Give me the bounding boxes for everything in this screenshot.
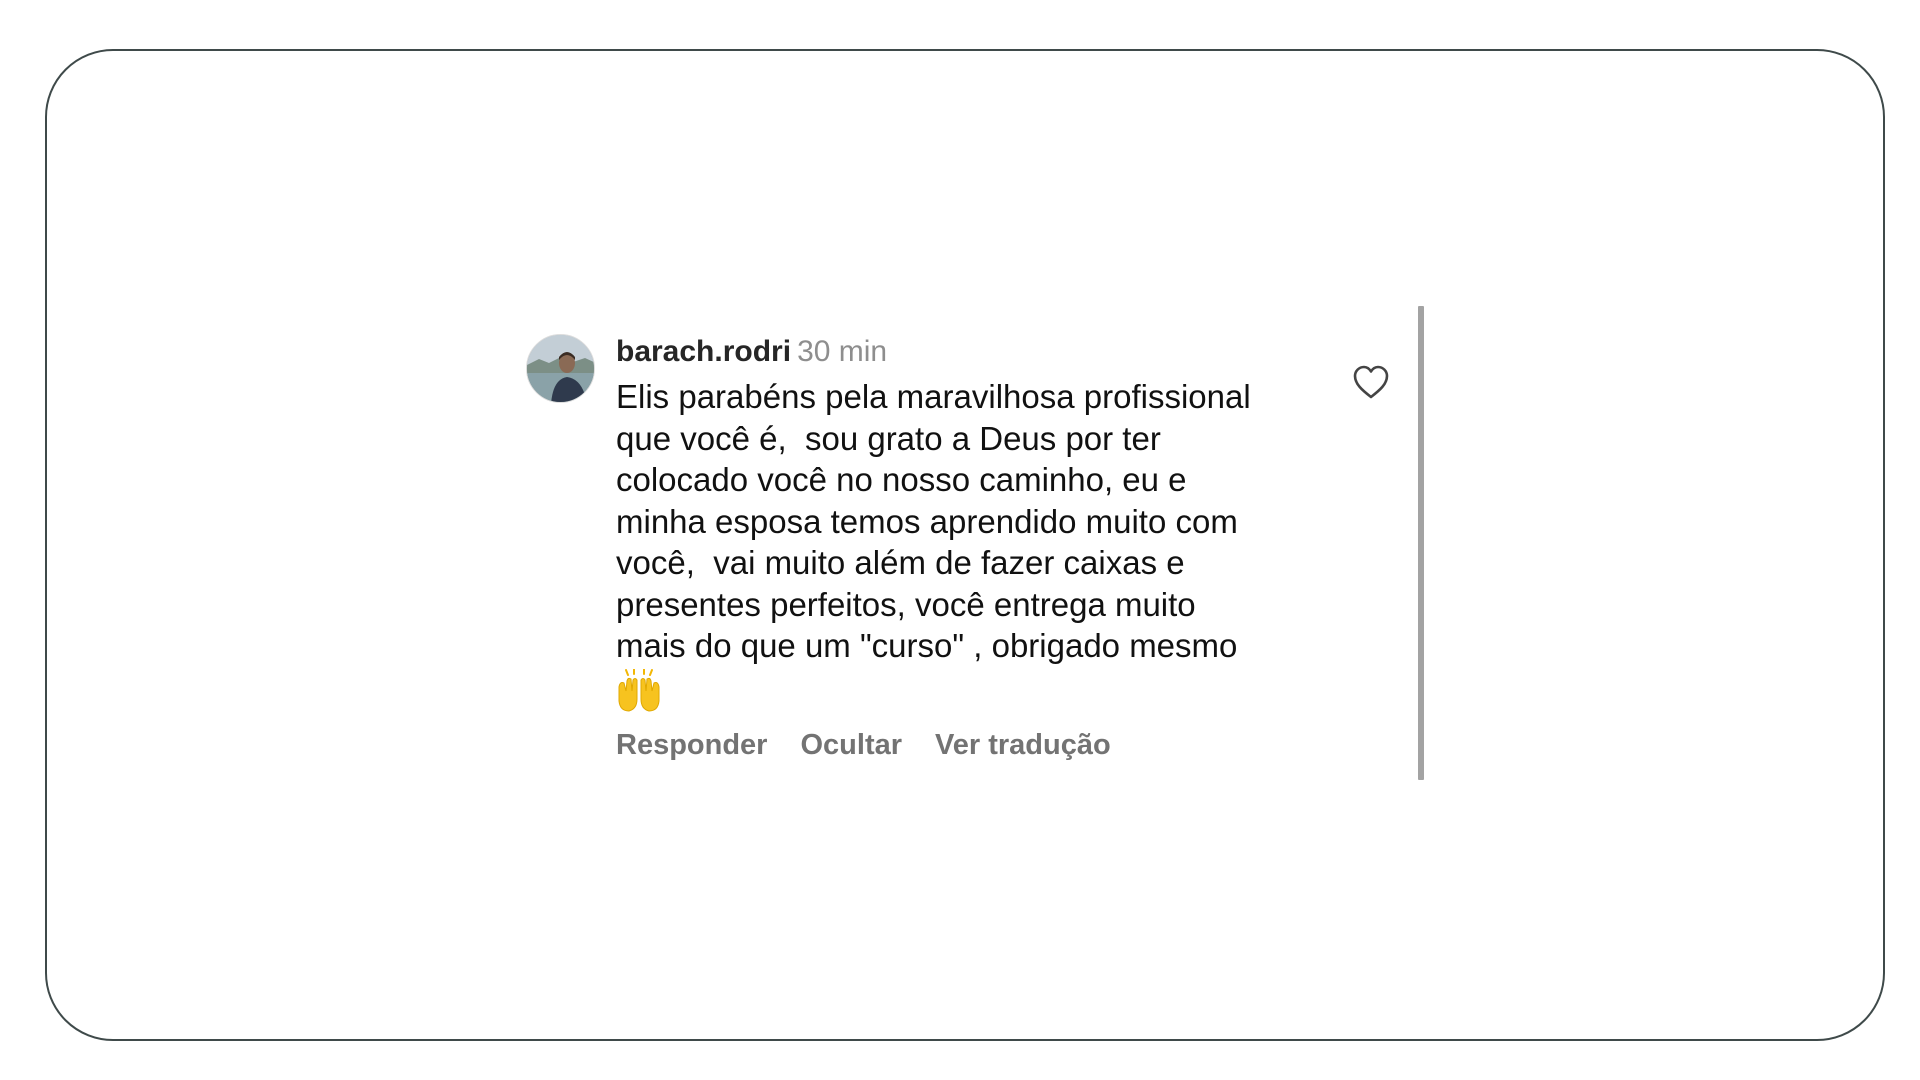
reply-button[interactable]: Responder xyxy=(616,729,767,761)
comment-body: barach.rodri 30 min Elis parabéns pela ma… xyxy=(616,334,1336,763)
translate-button[interactable]: Ver tradução xyxy=(935,729,1111,761)
avatar-photo xyxy=(527,335,594,402)
comment-meta: barach.rodri 30 min xyxy=(616,334,1336,370)
username[interactable]: barach.rodri xyxy=(616,335,791,368)
avatar[interactable] xyxy=(526,334,595,403)
comment-time: 30 min xyxy=(797,335,888,368)
heart-outline-icon[interactable] xyxy=(1352,364,1390,400)
comment-actions: Responder Ocultar Ver tradução xyxy=(616,727,1336,763)
raised-hands-emoji xyxy=(618,668,660,712)
scrollbar[interactable] xyxy=(1418,306,1424,780)
comment-text: Elis parabéns pela maravilhosa profissio… xyxy=(616,378,1251,664)
hide-button[interactable]: Ocultar xyxy=(800,729,902,761)
